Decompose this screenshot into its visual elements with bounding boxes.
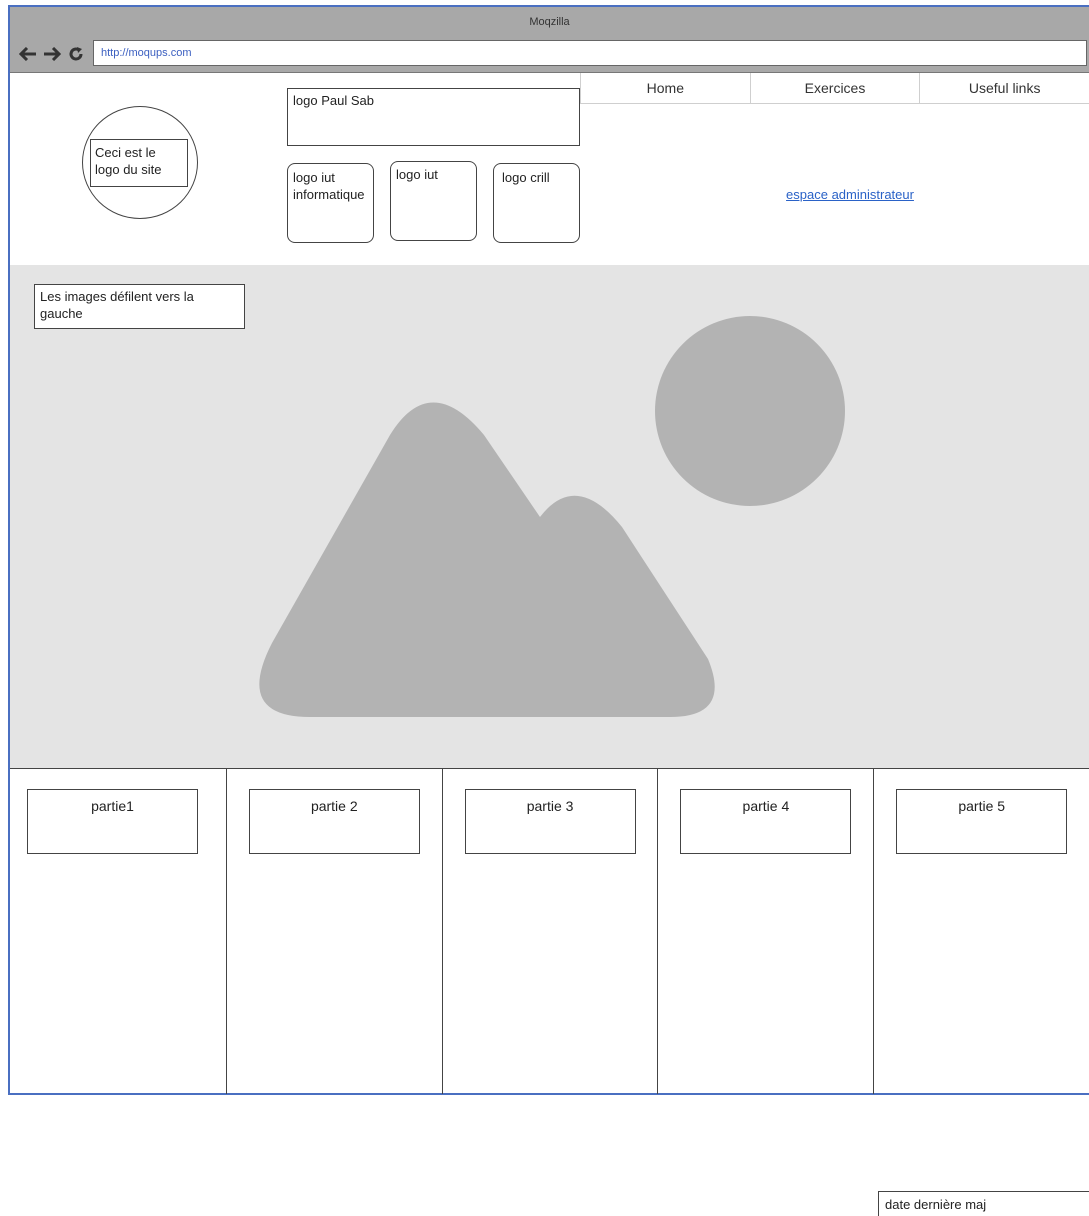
main-nav: Home Exercices Useful links xyxy=(580,73,1089,104)
part-5[interactable]: partie 5 xyxy=(896,789,1068,854)
logo-iut-informatique: logo iut informatique xyxy=(287,163,374,243)
admin-link[interactable]: espace administrateur xyxy=(700,187,1000,202)
part-2[interactable]: partie 2 xyxy=(248,789,420,854)
tab-home[interactable]: Home xyxy=(580,73,750,103)
reload-icon[interactable] xyxy=(66,44,86,64)
image-placeholder-icon xyxy=(259,316,845,717)
logo-crill: logo crill xyxy=(493,163,580,243)
url-input[interactable]: http://moqups.com xyxy=(93,40,1087,66)
part-column: partie 5 xyxy=(873,769,1089,1094)
tab-exercices[interactable]: Exercices xyxy=(749,73,920,103)
part-3[interactable]: partie 3 xyxy=(464,789,636,854)
window-title: Moqzilla xyxy=(529,16,570,28)
part-column: partie 3 xyxy=(441,769,658,1094)
tab-useful-links[interactable]: Useful links xyxy=(919,73,1089,103)
part-column: partie 4 xyxy=(657,769,873,1094)
site-logo-label: Ceci est le logo du site xyxy=(90,139,188,187)
part-column: partie 2 xyxy=(225,769,442,1094)
part-1[interactable]: partie1 xyxy=(27,789,198,854)
logo-iut: logo iut xyxy=(390,161,477,241)
window-title-bar: Moqzilla xyxy=(10,7,1089,37)
forward-arrow-icon[interactable] xyxy=(42,44,62,64)
logo-paul-sab: logo Paul Sab xyxy=(287,88,580,146)
carousel-note: Les images défilent vers la gauche xyxy=(34,284,245,329)
parts-section: partie1 partie 2 partie 3 partie 4 parti… xyxy=(10,768,1089,1094)
image-carousel[interactable] xyxy=(10,265,1089,768)
back-arrow-icon[interactable] xyxy=(18,44,38,64)
part-column: partie1 xyxy=(10,769,226,1094)
part-4[interactable]: partie 4 xyxy=(680,789,852,854)
last-update-date: date dernière maj xyxy=(878,1191,1089,1216)
